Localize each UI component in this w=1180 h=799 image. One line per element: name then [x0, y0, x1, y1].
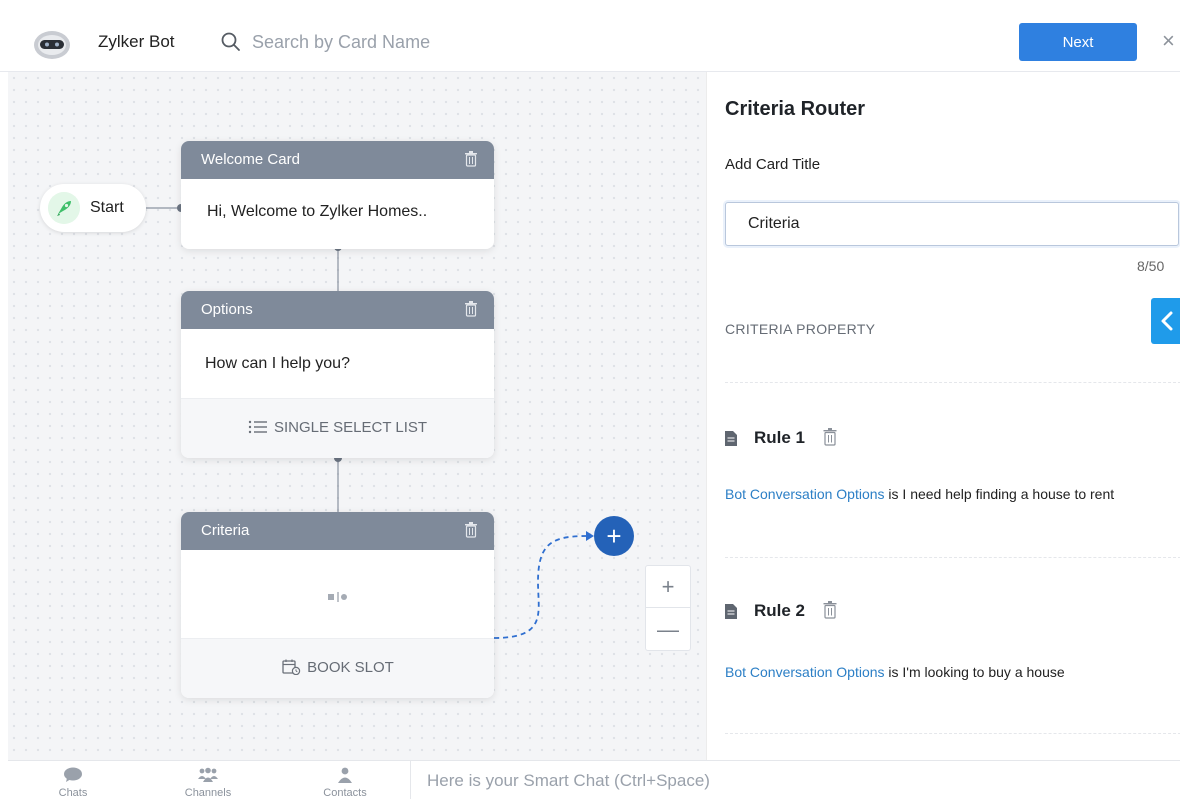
bot-avatar-icon	[34, 31, 70, 59]
search-icon	[221, 32, 240, 51]
card-footer: BOOK SLOT	[181, 639, 494, 698]
trash-icon[interactable]	[464, 522, 478, 538]
nav-contacts[interactable]: Contacts	[305, 761, 385, 799]
divider	[725, 733, 1180, 734]
card-header: Welcome Card	[181, 141, 494, 179]
add-card-button[interactable]: +	[594, 516, 634, 556]
criteria-router-icon	[328, 592, 347, 602]
nav-label: Channels	[184, 787, 232, 799]
nav-channels[interactable]: Channels	[168, 761, 248, 799]
rule-title: Rule 1	[754, 428, 806, 447]
char-counter: 8/50	[1137, 258, 1165, 274]
criteria-property-label: CRITERIA PROPERTY	[725, 321, 876, 337]
trash-icon[interactable]	[464, 151, 478, 167]
divider	[725, 382, 1180, 383]
rule-field-link[interactable]: Bot Conversation Options	[725, 664, 885, 680]
zoom-in-button[interactable]: +	[646, 566, 690, 608]
card-footer-label: SINGLE SELECT LIST	[273, 419, 428, 436]
group-icon	[198, 767, 218, 782]
options-card[interactable]: Options How can I help you? SINGLE SELEC…	[181, 291, 494, 458]
welcome-card[interactable]: Welcome Card Hi, Welcome to Zylker Homes…	[181, 141, 494, 249]
chevron-left-icon	[1161, 311, 1173, 331]
collapse-panel-button[interactable]	[1151, 298, 1180, 344]
rule-condition: Bot Conversation Options is I'm looking …	[725, 662, 1145, 682]
nav-chats[interactable]: Chats	[33, 761, 113, 799]
nav-label: Contacts	[323, 787, 367, 799]
rule-condition-text: is I'm looking to buy a house	[884, 664, 1065, 680]
rule-condition-text: is I need help finding a house to rent	[884, 486, 1115, 502]
flow-canvas[interactable]: Start Welcome Card Hi, Welcome to Zylker…	[8, 72, 706, 760]
rule-title: Rule 2	[754, 601, 806, 620]
card-settings-panel: Criteria Router Add Card Title 8/50 CRIT…	[706, 72, 1180, 760]
search-input[interactable]	[252, 26, 672, 58]
bottom-bar: Chats Channels Contacts	[8, 760, 1180, 799]
close-icon[interactable]: ×	[1162, 30, 1175, 52]
card-header: Options	[181, 291, 494, 329]
card-header-title: Welcome Card	[201, 151, 300, 168]
rule-condition: Bot Conversation Options is I need help …	[725, 484, 1145, 504]
smart-chat-input[interactable]	[410, 761, 1180, 799]
panel-title: Criteria Router	[725, 98, 866, 120]
zoom-controls: + —	[645, 565, 691, 651]
next-button[interactable]: Next	[1019, 23, 1137, 61]
document-icon	[725, 431, 737, 446]
card-header-title: Options	[201, 301, 253, 318]
bot-name: Zylker Bot	[98, 32, 175, 51]
chat-bubble-icon	[64, 767, 82, 782]
card-footer: SINGLE SELECT LIST	[181, 399, 494, 458]
card-message: Hi, Welcome to Zylker Homes..	[207, 203, 428, 220]
card-footer-label: BOOK SLOT	[307, 659, 394, 676]
rocket-icon	[48, 192, 80, 224]
top-header: Zylker Bot Next ×	[0, 0, 1180, 72]
rule-field-link[interactable]: Bot Conversation Options	[725, 486, 885, 502]
card-body	[181, 550, 494, 639]
document-icon	[725, 604, 737, 619]
card-title-label: Add Card Title	[725, 156, 821, 173]
card-message: How can I help you?	[181, 329, 494, 399]
nav-label: Chats	[58, 787, 88, 799]
card-title-input[interactable]	[725, 202, 1179, 246]
divider	[725, 557, 1180, 558]
start-label: Start	[90, 199, 124, 216]
trash-icon[interactable]	[823, 428, 837, 446]
zoom-out-button[interactable]: —	[646, 609, 690, 651]
card-header-title: Criteria	[201, 522, 250, 539]
start-node[interactable]: Start	[40, 184, 146, 232]
calendar-icon	[282, 659, 301, 675]
trash-icon[interactable]	[464, 301, 478, 317]
person-icon	[338, 767, 352, 783]
list-icon	[248, 420, 267, 434]
card-header: Criteria	[181, 512, 494, 550]
criteria-card[interactable]: Criteria BOOK SLOT	[181, 512, 494, 698]
trash-icon[interactable]	[823, 601, 837, 619]
